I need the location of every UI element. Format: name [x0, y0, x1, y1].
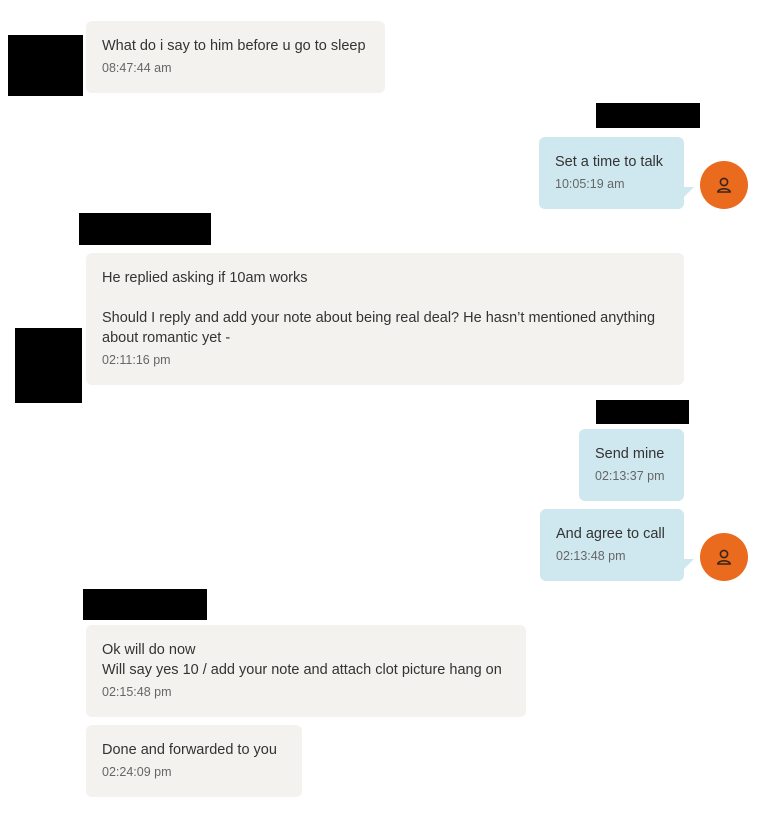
message-text: He replied asking if 10am works: [102, 270, 308, 286]
message-timestamp: 02:13:48 pm: [556, 549, 626, 563]
message-text: Done and forwarded to you: [102, 742, 277, 758]
person-icon: [717, 549, 731, 565]
message-text-spacer: [102, 288, 668, 308]
bubble-tail: [684, 187, 694, 197]
redacted-sender-name: [83, 589, 207, 620]
message-text: Should I reply and add your note about b…: [102, 310, 656, 326]
message-text: Ok will do now: [102, 642, 196, 658]
person-icon: [717, 177, 731, 193]
message-text: about romantic yet -: [102, 330, 231, 346]
message-timestamp: 02:15:48 pm: [102, 685, 172, 699]
message-text: What do i say to him before u go to slee…: [102, 38, 366, 54]
message-timestamp: 10:05:19 am: [555, 177, 625, 191]
redacted-sender-name: [79, 213, 211, 245]
message-text: Set a time to talk: [555, 154, 663, 170]
user-avatar[interactable]: [700, 161, 748, 209]
redacted-avatar: [8, 35, 83, 96]
redacted-sender-name: [596, 400, 689, 424]
message-bubble-incoming: He replied asking if 10am works Should I…: [86, 253, 684, 385]
message-timestamp: 02:13:37 pm: [595, 469, 665, 483]
message-bubble-incoming: Ok will do now Will say yes 10 / add you…: [86, 625, 526, 717]
message-text: And agree to call: [556, 526, 665, 542]
bubble-tail: [684, 559, 694, 569]
chat-transcript: What do i say to him before u go to slee…: [0, 0, 763, 837]
message-bubble-outgoing: Set a time to talk 10:05:19 am: [539, 137, 684, 209]
redacted-sender-name: [596, 103, 700, 128]
message-bubble-outgoing: And agree to call 02:13:48 pm: [540, 509, 684, 581]
message-text: Send mine: [595, 446, 665, 462]
message-timestamp: 02:24:09 pm: [102, 765, 172, 779]
message-timestamp: 02:11:16 pm: [102, 353, 171, 367]
user-avatar[interactable]: [700, 533, 748, 581]
message-bubble-incoming: Done and forwarded to you 02:24:09 pm: [86, 725, 302, 797]
message-text: Will say yes 10 / add your note and atta…: [102, 662, 502, 678]
message-bubble-incoming: What do i say to him before u go to slee…: [86, 21, 385, 93]
message-bubble-outgoing: Send mine 02:13:37 pm: [579, 429, 684, 501]
redacted-avatar: [15, 328, 82, 403]
message-timestamp: 08:47:44 am: [102, 61, 172, 75]
